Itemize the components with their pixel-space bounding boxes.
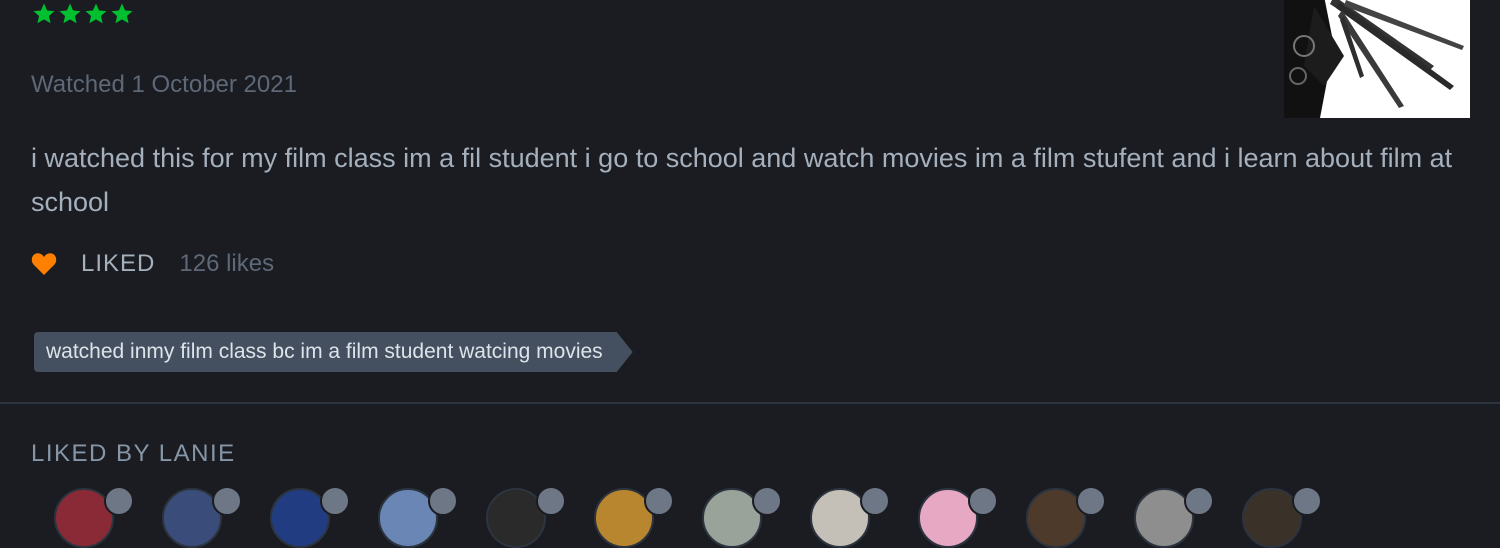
rating-stars [32,2,134,26]
film-poster[interactable] [1284,0,1470,118]
like-row: LIKED 126 likes [31,250,274,278]
review-text: i watched this for my film class im a fi… [31,143,1453,217]
list-badge-icon [860,486,890,516]
watched-date: Watched 1 October 2021 [31,71,297,98]
list-badge-icon [1076,486,1106,516]
list-badge-icon [644,486,674,516]
list-badge-icon [536,486,566,516]
heart-icon[interactable] [31,252,57,276]
list-badge-icon [1292,486,1322,516]
film-poster-image [1284,0,1470,118]
star-icon [59,3,81,24]
list-badge-icon [752,486,782,516]
list-badge-icon [1184,486,1214,516]
star-icon [111,3,133,24]
liked-label[interactable]: LIKED [81,250,155,278]
likes-count-link[interactable]: 126 likes [179,250,274,278]
list-badge-icon [212,486,242,516]
star-icon [33,3,55,24]
list-badge-icon [968,486,998,516]
list-badge-icon [428,486,458,516]
star-icon [85,3,107,24]
divider [0,402,1500,404]
list-badge-icon [104,486,134,516]
liked-by-heading: LIKED BY LANIE [31,440,236,467]
review-tag[interactable]: watched inmy film class bc im a film stu… [34,332,633,372]
list-badge-icon [320,486,350,516]
